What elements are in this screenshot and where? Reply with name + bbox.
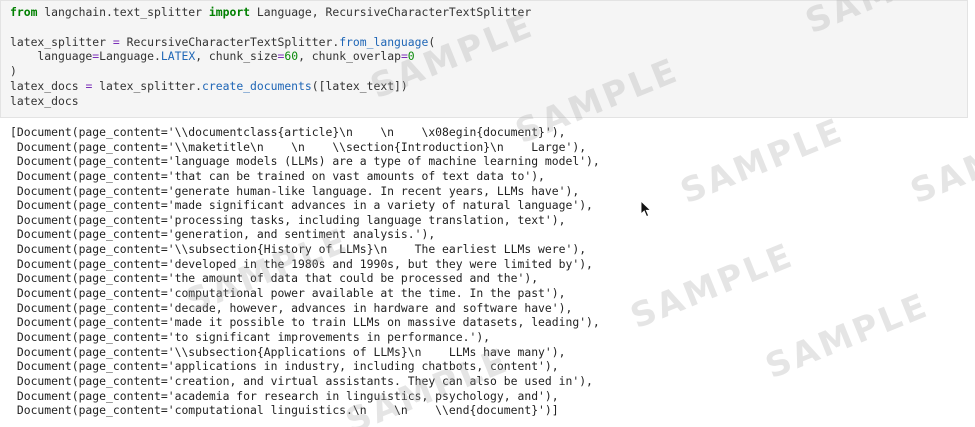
output-line: [Document(page_content='\\documentclass{… [10,125,566,139]
code-number: 0 [407,49,415,64]
output-line: Document(page_content='\\subsection{Appl… [10,344,566,359]
mouse-pointer-icon [640,200,652,218]
code-token: language [10,49,93,64]
code-token: ([latex_text]) [311,78,408,93]
code-number: 60 [284,49,299,64]
code-line-import: from langchain.text_splitter import Lang… [10,5,967,20]
code-line-splitter-args: language=Language.LATEX, chunk_size=60, … [10,49,967,64]
output-line: Document(page_content='made significant … [10,198,593,213]
output-line: Document(page_content='generate human-li… [10,183,580,198]
code-line-close-paren: ) [10,64,967,79]
code-function: from_language [339,34,429,49]
output-line: Document(page_content='that can be train… [10,168,545,183]
output-line: Document(page_content='\\subsection{Hist… [10,242,587,257]
output-line: Document(page_content='academia for rese… [10,388,559,403]
code-operator: = [112,34,120,49]
code-token: latex_splitter [10,34,113,49]
code-cell-input[interactable]: from langchain.text_splitter import Lang… [0,0,968,118]
output-line: Document(page_content='processing tasks,… [10,212,566,227]
code-token: ( [428,34,436,49]
code-token: latex_docs [10,93,79,108]
import-names: Language, RecursiveCharacterTextSplitter [250,5,532,19]
code-function: create_documents [202,78,312,93]
output-line: Document(page_content='computational pow… [10,286,566,301]
code-token: , chunk_overlap [298,49,401,64]
output-line: Document(page_content='applications in i… [10,359,559,374]
code-line-create-docs: latex_docs = latex_splitter.create_docum… [10,79,967,94]
code-operator: = [400,49,408,64]
output-line: Document(page_content='computational lin… [10,403,559,418]
output-line: Document(page_content='creation, and vir… [10,373,593,388]
code-line-splitter-assign: latex_splitter = RecursiveCharacterTextS… [10,35,967,50]
cell-output: [Document(page_content='\\documentclass{… [0,125,975,418]
code-token: , chunk_size [195,49,278,64]
code-enum: LATEX [160,49,196,64]
output-line: Document(page_content='language models (… [10,154,600,169]
output-line: Document(page_content='developed in the … [10,256,593,271]
output-line: Document(page_content='the amount of dat… [10,271,539,286]
output-line: Document(page_content='made it possible … [10,315,600,330]
code-line-output-var: latex_docs [10,94,967,109]
import-module: langchain.text_splitter [37,5,209,19]
code-token: Language. [99,49,161,64]
output-line: Document(page_content='generation, and s… [10,227,436,242]
output-line: Document(page_content='decade, however, … [10,300,573,315]
keyword-from: from [10,5,38,19]
code-token: latex_splitter. [92,78,203,93]
keyword-import: import [208,5,251,19]
output-line: Document(page_content='to significant im… [10,329,491,344]
output-line: Document(page_content='\\maketitle\n \n … [10,139,587,154]
code-token: ) [10,64,17,79]
code-token: RecursiveCharacterTextSplitter. [119,34,340,49]
code-token: latex_docs [10,78,86,93]
